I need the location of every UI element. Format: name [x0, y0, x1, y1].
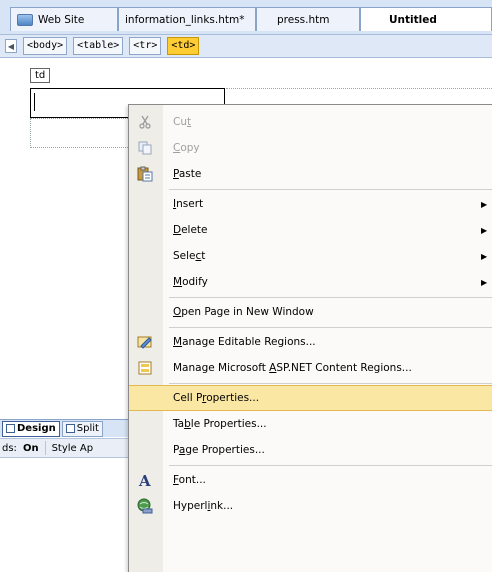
menu-item-page-properties[interactable]: Page Properties...: [129, 437, 492, 463]
menu-item-label: Manage Editable Regions...: [173, 336, 316, 348]
pane-style-label[interactable]: Style Ap: [52, 443, 93, 454]
menu-item-cell-properties[interactable]: Cell Properties...: [129, 385, 492, 411]
pane-left-text: ds:: [2, 442, 17, 454]
submenu-arrow-icon: ▶: [481, 277, 488, 287]
tab-label: Web Site: [38, 13, 85, 26]
menu-item-delete[interactable]: Delete ▶: [129, 217, 492, 243]
menu-separator: [169, 297, 492, 298]
menu-item-label: Manage Microsoft ASP.NET Content Regions…: [173, 362, 412, 374]
menu-item-label: Copy: [173, 142, 200, 154]
menu-separator: [169, 189, 492, 190]
submenu-arrow-icon: ▶: [481, 199, 488, 209]
paste-icon: [137, 166, 153, 182]
menu-item-cut[interactable]: Cut: [129, 109, 492, 135]
website-icon: [17, 13, 33, 26]
submenu-arrow-icon: ▶: [481, 251, 488, 261]
menu-item-table-properties[interactable]: Table Properties...: [129, 411, 492, 437]
design-view-label: Design: [17, 423, 56, 434]
submenu-arrow-icon: ▶: [481, 225, 488, 235]
menu-item-label: Page Properties...: [173, 444, 265, 456]
menu-item-manage-aspnet-regions[interactable]: Manage Microsoft ASP.NET Content Regions…: [129, 355, 492, 381]
menu-item-copy[interactable]: Copy: [129, 135, 492, 161]
split-view-icon: [65, 424, 75, 433]
split-view-label: Split: [76, 423, 99, 434]
menu-separator: [169, 327, 492, 328]
menu-item-label: Delete: [173, 224, 208, 236]
tab-press[interactable]: press.htm: [256, 7, 360, 31]
menu-item-manage-editable-regions[interactable]: Manage Editable Regions...: [129, 329, 492, 355]
menu-item-label: Open Page in New Window: [173, 306, 314, 318]
menu-item-insert[interactable]: Insert ▶: [129, 191, 492, 217]
menu-item-label: Font...: [173, 474, 206, 486]
menu-item-open-page[interactable]: Open Page in New Window: [129, 299, 492, 325]
menu-item-label: Insert: [173, 198, 204, 210]
tab-label: press.htm: [277, 13, 330, 26]
menu-item-label: Cut: [173, 116, 192, 128]
editable-regions-icon: [137, 334, 153, 350]
tag-scroll-left-icon[interactable]: ◀: [5, 39, 17, 53]
pane-on-toggle[interactable]: On: [23, 443, 39, 454]
menu-item-label: Paste: [173, 168, 202, 180]
cell-tag-label: td: [30, 68, 51, 83]
tag-tr[interactable]: <tr>: [129, 37, 162, 55]
copy-icon: [137, 140, 153, 156]
menu-item-font[interactable]: A Font...: [129, 467, 492, 493]
tab-label: Untitled: [389, 13, 437, 26]
menu-item-label: Cell Properties...: [173, 392, 260, 404]
table-outline: [30, 118, 140, 148]
menu-separator: [169, 383, 492, 384]
menu-item-label: Modify: [173, 276, 208, 288]
tag-td[interactable]: <td>: [167, 37, 200, 55]
pane-separator: [44, 441, 46, 455]
menu-item-hyperlink[interactable]: Hyperlink...: [129, 493, 492, 519]
tab-label: information_links.htm*: [125, 13, 245, 26]
svg-text:A: A: [138, 472, 151, 488]
content-regions-icon: [137, 360, 153, 376]
context-menu: Cut Copy Paste Insert ▶ Delete ▶ Select …: [128, 104, 492, 572]
menu-item-select[interactable]: Select ▶: [129, 243, 492, 269]
tag-table[interactable]: <table>: [73, 37, 124, 55]
design-view-button[interactable]: Design: [2, 420, 60, 437]
menu-separator: [169, 465, 492, 466]
menu-item-label: Table Properties...: [173, 418, 267, 430]
tab-information-links[interactable]: information_links.htm*: [118, 7, 256, 31]
tag-body[interactable]: <body>: [23, 37, 68, 55]
quick-tag-selector: ◀ <body> <table> <tr> <td>: [0, 34, 492, 58]
tab-web-site[interactable]: Web Site: [10, 7, 118, 31]
document-tab-bar: Web Site information_links.htm* press.ht…: [0, 0, 492, 34]
menu-item-label: Select: [173, 250, 206, 262]
menu-item-modify[interactable]: Modify ▶: [129, 269, 492, 295]
hyperlink-icon: [137, 498, 153, 514]
tab-untitled[interactable]: Untitled: [360, 7, 492, 31]
design-view-icon: [6, 424, 15, 433]
menu-item-paste[interactable]: Paste: [129, 161, 492, 187]
text-caret: [34, 93, 35, 111]
menu-item-label: Hyperlink...: [173, 500, 234, 512]
scissors-icon: [137, 114, 153, 130]
font-icon: A: [137, 472, 153, 488]
split-view-button[interactable]: Split: [61, 420, 103, 437]
